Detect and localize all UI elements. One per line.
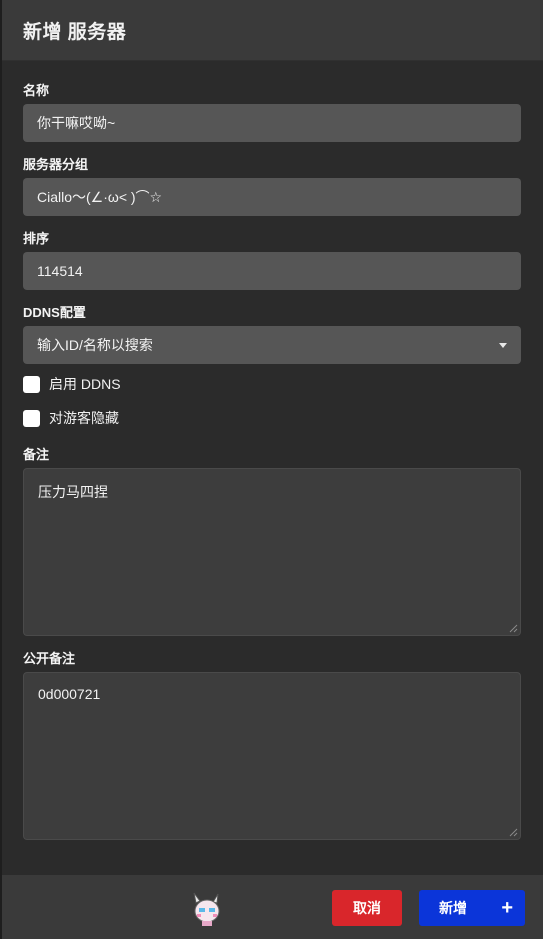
group-input[interactable]: Ciallo～(∠·ω< )⌒☆	[23, 178, 521, 216]
plus-icon: +	[501, 897, 513, 919]
public-note-textarea[interactable]: 0d000721	[23, 672, 521, 840]
enable-ddns-row[interactable]: 启用 DDNS	[23, 367, 522, 401]
name-input[interactable]: 你干嘛哎呦~	[23, 104, 521, 142]
resize-grip-icon[interactable]	[509, 828, 518, 837]
resize-grip-icon[interactable]	[509, 624, 518, 633]
modal-header: 新增 服务器	[2, 0, 543, 61]
public-note-field-group: 公开备注 0d000721	[23, 651, 522, 840]
order-field-group: 排序 114514	[23, 231, 522, 290]
ddns-field-group: DDNS配置 输入ID/名称以搜索	[23, 305, 522, 364]
add-button[interactable]: 新增 +	[419, 890, 525, 926]
hide-guest-row[interactable]: 对游客隐藏	[23, 401, 522, 435]
ddns-select-placeholder: 输入ID/名称以搜索	[37, 337, 153, 353]
ddns-label: DDNS配置	[23, 305, 86, 320]
cancel-button[interactable]: 取消	[332, 890, 402, 926]
public-note-text: 0d000721	[38, 686, 101, 702]
group-label: 服务器分组	[23, 157, 89, 172]
name-field-group: 名称 你干嘛哎呦~	[23, 83, 522, 142]
note-field-group: 备注 压力马四捏	[23, 447, 522, 636]
order-label: 排序	[23, 231, 50, 246]
note-label: 备注	[23, 447, 50, 462]
enable-ddns-label: 启用 DDNS	[49, 376, 121, 392]
ddns-select[interactable]: 输入ID/名称以搜索	[23, 326, 521, 364]
hide-guest-label: 对游客隐藏	[49, 410, 119, 426]
chevron-down-icon	[499, 342, 507, 348]
public-note-label: 公开备注	[23, 651, 76, 666]
group-field-group: 服务器分组 Ciallo～(∠·ω< )⌒☆	[23, 157, 522, 216]
name-label: 名称	[23, 83, 50, 98]
enable-ddns-checkbox[interactable]	[23, 375, 40, 393]
modal-title: 新增 服务器	[23, 21, 127, 43]
note-textarea[interactable]: 压力马四捏	[23, 468, 521, 636]
add-button-label: 新增	[439, 900, 467, 916]
modal-footer: 取消 新增 +	[2, 875, 543, 939]
hide-guest-checkbox[interactable]	[23, 409, 40, 427]
add-server-modal: 新增 服务器 名称 你干嘛哎呦~ 服务器分组 Ciallo～(∠·ω< )⌒☆ …	[2, 0, 543, 939]
note-text: 压力马四捏	[38, 484, 108, 500]
mascot-icon	[193, 892, 220, 926]
order-input[interactable]: 114514	[23, 252, 521, 290]
modal-body: 名称 你干嘛哎呦~ 服务器分组 Ciallo～(∠·ω< )⌒☆ 排序 1145…	[2, 61, 543, 840]
